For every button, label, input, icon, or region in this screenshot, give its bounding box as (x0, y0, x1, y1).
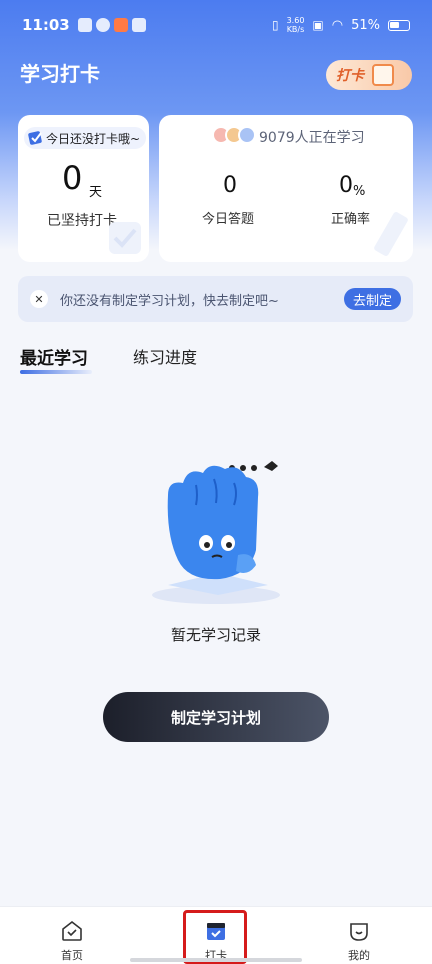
battery-percent: 51% (351, 17, 380, 33)
learner-avatars (212, 126, 256, 144)
calendar-icon (372, 64, 394, 86)
home-icon (62, 920, 82, 941)
today-answers-label: 今日答题 (202, 212, 255, 227)
calendar-check-icon (207, 923, 225, 940)
nav-item-home[interactable]: 首页 (32, 907, 112, 964)
empty-state-text: 暂无学习记录 (170, 626, 261, 644)
app-badge-icon (113, 18, 128, 32)
accuracy-label: 正确率 (331, 212, 371, 227)
create-study-plan-button[interactable]: 制定学习计划 (103, 692, 329, 742)
punch-status-tag: 今日还没打卡哦~ (24, 127, 147, 149)
nav-label-me: 我的 (348, 949, 370, 962)
page-title: 学习打卡 (20, 62, 100, 86)
pencil-watermark-icon (374, 212, 408, 256)
today-answers-value: 0 (223, 173, 237, 198)
net-speed-value: 3.60 (286, 16, 305, 25)
status-right-group: ▯ 3.60 KB/s ▣ ◠ 51% (272, 16, 410, 34)
notice-text: 你还没有制定学习计划，快去制定吧~ (60, 293, 279, 309)
profile-icon (350, 923, 368, 941)
net-speed-unit: KB/s (286, 25, 305, 34)
punch-badge-button[interactable]: 打卡 (326, 60, 412, 90)
streak-unit: 天 (89, 185, 103, 200)
nav-item-punch[interactable]: 打卡 (176, 907, 256, 964)
net-speed: 3.60 KB/s (287, 16, 305, 34)
vibrate-icon: ▯ (271, 18, 279, 32)
tab-practice-progress[interactable]: 练习进度 (133, 344, 197, 368)
notification-icons (77, 18, 146, 32)
accuracy-unit: % (353, 184, 366, 199)
streak-card: 今日还没打卡哦~ 0 天 已坚持打卡 (18, 115, 149, 262)
nav-label-home: 首页 (61, 949, 83, 962)
bottom-navigation: 首页 打卡 我的 (0, 906, 432, 964)
check-watermark-icon (109, 222, 141, 254)
plan-notice-banner: ✕ 你还没有制定学习计划，快去制定吧~ 去制定 (18, 276, 413, 322)
sim-icon: ▣ (312, 18, 324, 32)
active-tab-indicator (20, 370, 92, 374)
gesture-home-bar[interactable] (130, 958, 302, 962)
tab-recent-study[interactable]: 最近学习 (20, 344, 88, 369)
check-badge-icon (28, 131, 42, 145)
battery-icon (388, 19, 410, 31)
wifi-icon: ◠ (331, 17, 344, 33)
learning-count: 9079人正在学习 (259, 130, 365, 146)
status-bar: 11:03 ▯ 3.60 KB/s ▣ ◠ 51% (0, 0, 432, 50)
accuracy-value: 0 (339, 173, 353, 198)
status-time: 11:03 (22, 16, 70, 34)
make-plan-button[interactable]: 去制定 (343, 288, 401, 310)
avatar (238, 126, 256, 144)
check-notification-icon (95, 18, 110, 32)
app-notification-icon (77, 18, 92, 32)
punch-status-text: 今日还没打卡哦~ (46, 131, 141, 146)
nav-item-me[interactable]: 我的 (319, 907, 399, 964)
punch-badge-label: 打卡 (336, 68, 364, 84)
streak-days: 0 (62, 159, 83, 197)
close-icon[interactable]: ✕ (30, 290, 48, 308)
empty-mascot-illustration (152, 461, 280, 604)
app-notification-icon (131, 18, 146, 32)
